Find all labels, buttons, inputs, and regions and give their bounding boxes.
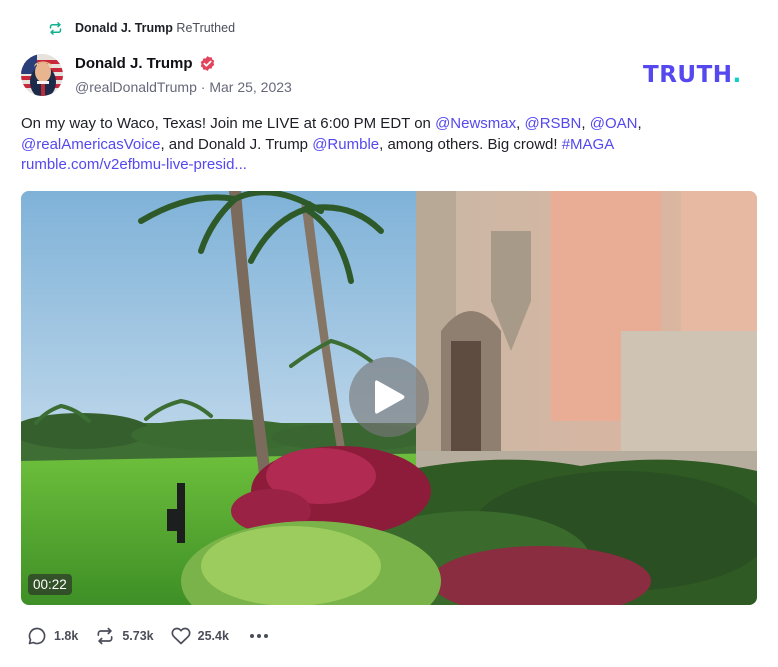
play-icon <box>372 378 406 416</box>
post-date[interactable]: Mar 25, 2023 <box>209 79 292 95</box>
post-text-segment: , <box>637 115 642 132</box>
author-display-name[interactable]: Donald J. Trump <box>75 55 193 72</box>
post-body: On my way to Waco, Texas! Join me LIVE a… <box>21 114 761 176</box>
video-player[interactable]: 00:22 <box>21 191 757 605</box>
external-link[interactable]: rumble.com/v2efbmu-live-presid... <box>21 156 247 173</box>
retruth-header: Donald J. Trump ReTruthed <box>48 18 235 38</box>
post-text-segment: On my way to Waco, Texas! Join me LIVE a… <box>21 115 436 132</box>
author-name-row: Donald J. Trump <box>75 55 216 72</box>
like-button[interactable]: 25.4k <box>171 626 229 646</box>
retruth-action-text: ReTruthed <box>176 21 236 35</box>
logo-text: TRUTH <box>643 62 733 88</box>
mention-realamericasvoice[interactable]: @realAmericasVoice <box>21 136 160 153</box>
more-options-icon[interactable] <box>248 626 270 646</box>
truth-social-logo[interactable]: TRUTH. <box>643 62 742 88</box>
mention-rsbn[interactable]: @RSBN <box>524 115 581 132</box>
video-duration: 00:22 <box>28 574 72 595</box>
post-text-segment: , and Donald J. Trump <box>160 135 313 153</box>
meta-separator: · <box>200 79 206 95</box>
mention-newsmax[interactable]: @Newsmax <box>435 115 516 132</box>
retruth-icon <box>95 626 115 646</box>
retruth-icon <box>48 21 63 36</box>
reply-button[interactable]: 1.8k <box>27 626 78 646</box>
author-handle[interactable]: @realDonaldTrump <box>75 79 197 95</box>
hashtag-maga[interactable]: #MAGA <box>562 136 615 153</box>
reply-count: 1.8k <box>54 629 79 643</box>
post-meta: @realDonaldTrump · Mar 25, 2023 <box>75 79 292 95</box>
post-text-segment: , <box>581 115 590 132</box>
like-count: 25.4k <box>197 629 229 643</box>
retruth-label: Donald J. Trump ReTruthed <box>75 21 235 35</box>
post-text-segment: , among others. Big crowd! <box>379 135 562 153</box>
mention-rumble[interactable]: @Rumble <box>312 136 379 153</box>
avatar[interactable] <box>21 54 63 96</box>
retruth-count: 5.73k <box>122 629 154 643</box>
verified-badge-icon <box>199 55 216 72</box>
play-button[interactable] <box>349 357 429 437</box>
post-actions: 1.8k 5.73k 25.4k <box>27 626 270 646</box>
heart-icon <box>171 626 191 646</box>
mention-oan[interactable]: @OAN <box>590 115 638 132</box>
comment-icon <box>27 626 47 646</box>
retruth-user[interactable]: Donald J. Trump <box>75 21 173 35</box>
logo-dot: . <box>732 62 742 88</box>
retruth-button[interactable]: 5.73k <box>95 626 154 646</box>
